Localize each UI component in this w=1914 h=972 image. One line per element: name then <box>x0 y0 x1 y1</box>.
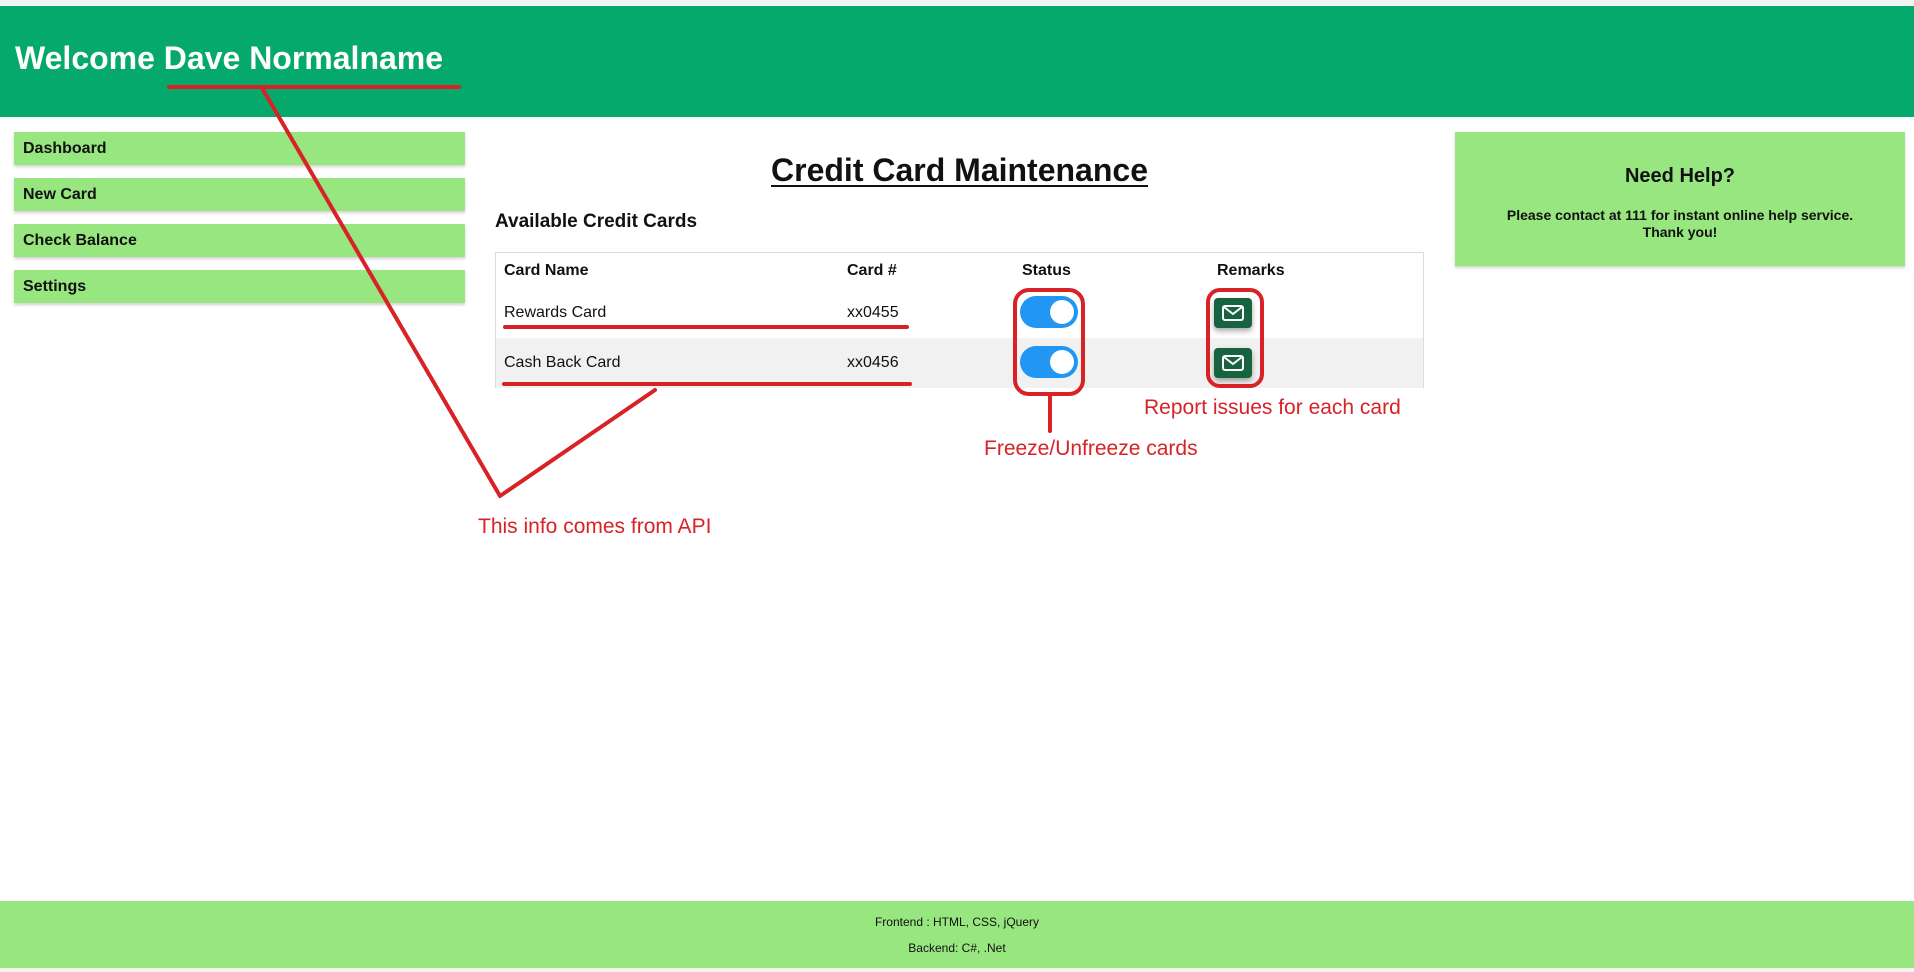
bottom-strip <box>0 968 1914 972</box>
help-text: Please contact at 111 for instant online… <box>1455 207 1905 241</box>
report-issue-button[interactable] <box>1214 298 1252 328</box>
column-header-card-name: Card Name <box>504 262 589 279</box>
column-header-card-number: Card # <box>847 262 897 279</box>
status-toggle[interactable] <box>1020 346 1078 378</box>
card-number: xx0455 <box>847 304 899 321</box>
toggle-knob <box>1050 300 1074 324</box>
column-header-status: Status <box>1022 262 1071 279</box>
page-footer: Frontend : HTML, CSS, jQuery Backend: C#… <box>0 901 1914 968</box>
card-number: xx0456 <box>847 354 899 371</box>
footer-backend: Backend: C#, .Net <box>908 941 1006 955</box>
sidebar-item-dashboard[interactable]: Dashboard <box>14 132 465 165</box>
help-line-1: Please contact at 111 for instant online… <box>1506 207 1854 223</box>
status-toggle[interactable] <box>1020 296 1078 328</box>
cards-table: Card Name Card # Status Remarks Rewards … <box>495 252 1424 388</box>
table-row: Cash Back Card xx0456 <box>496 338 1423 388</box>
help-title: Need Help? <box>1624 165 1736 187</box>
envelope-icon <box>1222 355 1244 371</box>
card-name: Rewards Card <box>504 304 607 321</box>
report-issue-button[interactable] <box>1214 348 1252 378</box>
sidebar-item-settings[interactable]: Settings <box>14 270 465 303</box>
annotation-api-info: This info comes from API <box>478 515 712 538</box>
footer-frontend: Frontend : HTML, CSS, jQuery <box>874 915 1040 929</box>
help-panel: Need Help? Please contact at 111 for ins… <box>1455 132 1905 266</box>
welcome-title: Welcome Dave Normalname <box>15 40 444 76</box>
annotation-freeze-cards: Freeze/Unfreeze cards <box>984 437 1198 460</box>
annotation-report-issues: Report issues for each card <box>1144 396 1401 419</box>
toggle-knob <box>1050 350 1074 374</box>
help-line-2: Thank you! <box>1642 224 1718 240</box>
page-header: Welcome Dave Normalname <box>0 6 1914 117</box>
table-row: Rewards Card xx0455 <box>496 288 1423 338</box>
sidebar: Dashboard New Card Check Balance Setting… <box>14 132 465 316</box>
page-title: Credit Card Maintenance <box>771 152 1148 188</box>
card-name: Cash Back Card <box>504 354 621 371</box>
section-title: Available Credit Cards <box>495 211 698 232</box>
sidebar-item-check-balance[interactable]: Check Balance <box>14 224 465 257</box>
envelope-icon <box>1222 305 1244 321</box>
column-header-remarks: Remarks <box>1217 262 1285 279</box>
sidebar-item-new-card[interactable]: New Card <box>14 178 465 211</box>
